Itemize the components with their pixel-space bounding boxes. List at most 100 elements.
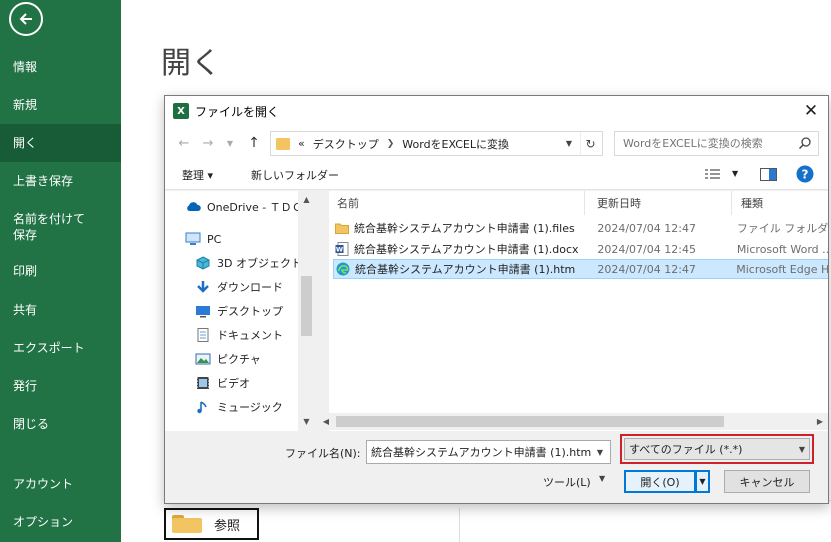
edge-icon [336, 262, 350, 276]
tree-item-label: ダウンロード [217, 281, 283, 294]
search-box[interactable] [614, 131, 819, 156]
preview-pane-icon[interactable] [760, 168, 777, 181]
open-options-dropdown[interactable]: ▼ [696, 470, 710, 493]
tools-menu[interactable]: ツール(L) [543, 474, 591, 490]
recent-locations-icon[interactable]: ▼ [221, 134, 239, 152]
tree-item-label: ビデオ [217, 377, 250, 390]
file-name: 統合基幹システムアカウント申請書 (1).files [354, 222, 575, 235]
backstage-save-as-line1[interactable]: 名前を付けて [0, 211, 121, 227]
scroll-right-icon[interactable]: ▶ [812, 413, 828, 430]
backstage-export[interactable]: エクスポート [0, 329, 121, 367]
open-button[interactable]: 開く(O) [624, 470, 696, 493]
tree-item-label: ドキュメント [217, 329, 283, 342]
backstage-info[interactable]: 情報 [0, 48, 121, 86]
dialog-title: ファイルを開く [195, 104, 280, 119]
back-arrow-icon[interactable] [9, 2, 43, 36]
tree-item-label: デスクトップ [217, 305, 283, 318]
svg-text:W: W [336, 246, 343, 254]
backstage-open[interactable]: 開く [0, 124, 121, 162]
column-date[interactable]: 更新日時 [597, 192, 641, 216]
backstage-save[interactable]: 上書き保存 [0, 162, 121, 200]
column-type[interactable]: 種類 [741, 192, 763, 216]
forward-icon[interactable]: → [199, 134, 217, 152]
cube-icon [195, 256, 211, 270]
file-type: Microsoft Word ... [736, 242, 828, 256]
filename-field[interactable]: ▼ [366, 440, 611, 464]
backstage-save-as-line2[interactable]: 保存 [0, 227, 121, 243]
close-icon[interactable]: ✕ [798, 98, 824, 124]
column-divider[interactable] [584, 191, 585, 215]
word-icon: W [335, 242, 349, 256]
up-folder-icon[interactable]: ↑ [245, 134, 263, 152]
tree-item-downloads[interactable]: ダウンロード [195, 276, 283, 298]
backstage-print[interactable]: 印刷 [0, 252, 121, 290]
cloud-icon [185, 200, 201, 214]
tree-item-label: 3D オブジェクト [217, 257, 302, 270]
tree-item-desktop[interactable]: デスクトップ [195, 300, 283, 322]
tree-item-pc[interactable]: PC [185, 228, 221, 250]
backstage-share[interactable]: 共有 [0, 291, 121, 329]
file-row[interactable]: 統合基幹システムアカウント申請書 (1).files 2024/07/04 12… [333, 218, 828, 238]
page-title: 開く [161, 46, 221, 81]
backstage-options[interactable]: オプション [0, 503, 121, 541]
tree-item-label: ピクチャ [217, 353, 261, 366]
scroll-up-icon[interactable]: ▲ [298, 191, 315, 207]
backstage-new[interactable]: 新規 [0, 86, 121, 124]
breadcrumb-overflow[interactable]: « [298, 137, 305, 150]
tree-item-onedrive[interactable]: OneDrive - ＴＤＣ [185, 196, 303, 218]
scroll-thumb[interactable] [336, 416, 724, 427]
breadcrumb-current[interactable]: WordをEXCELに変換 [402, 136, 509, 152]
filename-input[interactable] [371, 442, 591, 462]
tree-item-pictures[interactable]: ピクチャ [195, 348, 261, 370]
chevron-down-icon[interactable]: ▼ [732, 169, 738, 178]
chevron-right-icon[interactable]: ❯ [387, 139, 395, 149]
scroll-left-icon[interactable]: ◀ [318, 413, 334, 430]
address-bar[interactable]: « デスクトップ ❯ WordをEXCELに変換 ▼ ↻ [270, 131, 603, 156]
column-divider[interactable] [731, 191, 732, 215]
tree-item-music[interactable]: ミュージック [195, 396, 283, 418]
help-icon[interactable]: ? [796, 165, 814, 183]
tree-item-videos[interactable]: ビデオ [195, 372, 250, 394]
view-options-icon[interactable] [705, 169, 721, 181]
search-icon[interactable] [798, 136, 812, 150]
backstage-close[interactable]: 閉じる [0, 405, 121, 443]
file-row-selected[interactable]: 統合基幹システムアカウント申請書 (1).htm 2024/07/04 12:4… [333, 259, 828, 279]
organize-button[interactable]: 整理 ▾ [182, 167, 213, 183]
desktop-icon [195, 304, 211, 318]
horizontal-scrollbar[interactable]: ◀ ▶ [318, 413, 828, 430]
search-input[interactable] [623, 133, 798, 154]
refresh-icon[interactable]: ↻ [580, 132, 600, 155]
file-type-filter-value: すべてのファイル (*.*) [629, 443, 743, 456]
breadcrumb-desktop[interactable]: デスクトップ [313, 136, 379, 152]
file-type: Microsoft Edge H [736, 262, 828, 276]
folder-icon [335, 221, 349, 235]
file-date: 2024/07/04 12:47 [597, 262, 696, 276]
tree-item-label: OneDrive - ＴＤＣ [207, 201, 303, 214]
navigation-tree: OneDrive - ＴＤＣ PC 3D オブジェクト ダウンロード デスクトッ… [165, 191, 315, 431]
file-type-filter[interactable]: すべてのファイル (*.*) ▼ [624, 438, 810, 460]
backstage-publish[interactable]: 発行 [0, 367, 121, 405]
folder-icon [172, 515, 202, 533]
tree-scrollbar[interactable]: ▲ ▼ [298, 191, 315, 431]
backstage-account[interactable]: アカウント [0, 465, 121, 503]
browse-button[interactable]: 参照 [164, 508, 259, 540]
scroll-thumb[interactable] [301, 276, 312, 336]
file-row[interactable]: W 統合基幹システムアカウント申請書 (1).docx 2024/07/04 1… [333, 239, 828, 259]
pc-icon [185, 232, 201, 246]
back-icon[interactable]: ← [175, 134, 193, 152]
tree-item-3d-objects[interactable]: 3D オブジェクト [195, 252, 302, 274]
scroll-down-icon[interactable]: ▼ [298, 413, 315, 429]
file-list: ⌃ 名前 更新日時 種類 統合基幹システムアカウント申請書 (1).files … [329, 191, 828, 431]
chevron-down-icon[interactable]: ▼ [590, 441, 610, 463]
backstage-sidebar: 情報 新規 開く 上書き保存 名前を付けて 保存 印刷 共有 エクスポート 発行… [0, 0, 121, 542]
column-name[interactable]: 名前 [337, 192, 359, 216]
file-name: 統合基幹システムアカウント申請書 (1).htm [355, 263, 576, 276]
chevron-down-icon[interactable]: ▼ [799, 439, 805, 459]
chevron-down-icon[interactable]: ▼ [560, 132, 578, 155]
dialog-titlebar: X ファイルを開く ✕ [165, 96, 828, 126]
tree-item-documents[interactable]: ドキュメント [195, 324, 283, 346]
new-folder-button[interactable]: 新しいフォルダー [251, 167, 339, 183]
chevron-down-icon[interactable]: ▼ [599, 474, 605, 483]
video-icon [195, 376, 211, 390]
cancel-button[interactable]: キャンセル [724, 470, 810, 493]
